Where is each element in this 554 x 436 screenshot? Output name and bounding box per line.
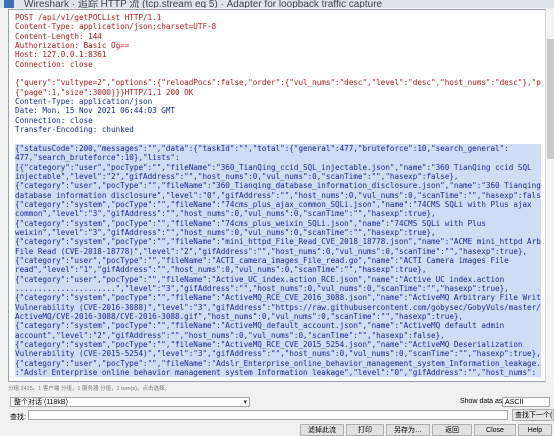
response-body-line: Vulnerability (CVE-2015-5254)","level":"…	[15, 349, 541, 359]
save-as-button[interactable]: 另存为…	[386, 424, 430, 436]
response-body-line: {"statusCode":200,"messages":"","data":{…	[15, 143, 509, 153]
response-header: Transfer-Encoding: chunked	[15, 125, 134, 135]
response-body-line: {"category":"system","pocType":"","fileN…	[15, 340, 523, 350]
print-button[interactable]: 打印	[346, 424, 384, 436]
response-body-line: injectable","level":"2","gifAddress":"",…	[15, 171, 459, 181]
response-body-line: {"category":"user","pocType":"","fileNam…	[15, 358, 541, 368]
conversation-select[interactable]: 整个对话 (118kB) ▾	[10, 397, 250, 407]
stream-text[interactable]: POST /api/v1/getPOCList HTTP/1.1 Content…	[9, 10, 545, 378]
response-body-line: {"category":"system","pocType":"","fileN…	[15, 321, 505, 331]
find-next-button[interactable]: 查找下一个(N)	[512, 409, 554, 421]
wireshark-icon	[4, 0, 14, 8]
request-body-line: {"query":"vultype=2","options":{"reloadP…	[15, 78, 541, 88]
response-body: {"statusCode":200,"messages":"","data":{…	[15, 143, 541, 378]
request-body: {"query":"vultype=2","options":{"reloadP…	[15, 78, 541, 97]
show-data-as-select[interactable]: ASCII	[502, 397, 550, 407]
chevron-down-icon: ▾	[243, 399, 247, 406]
request-header: Connection: close	[15, 59, 93, 69]
response-header: Date: Mon, 15 Nov 2021 06:44:03 GMT	[15, 106, 176, 116]
response-body-line: database information disclosure","level"…	[15, 190, 541, 200]
response-body-line: {"category":"system","pocType":"","fileN…	[15, 199, 532, 209]
show-data-as-label: Show data as	[460, 398, 503, 405]
response-body-line: [{"category":"user","pocType":"","fileNa…	[15, 162, 532, 172]
filter-out-stream-button[interactable]: 滤掉此流	[300, 424, 344, 436]
response-body-line: account","level":"2","gifAddress":"","ho…	[15, 330, 445, 340]
response-body-line: {"category":"system","pocType":"","fileN…	[15, 293, 541, 303]
response-body-line: weixin","level":"3","gifAddress":"","hos…	[15, 227, 436, 237]
request-line: POST /api/v1/getPOCList HTTP/1.1	[15, 13, 162, 22]
response-body-line: common","level":"3","gifAddress":"","hos…	[15, 209, 436, 219]
request-header: Content-Type: application/json;charset=U…	[15, 22, 217, 32]
back-button[interactable]: 返回	[432, 424, 472, 436]
response-body-line: ......................","level":"3","gif…	[15, 283, 509, 293]
find-input[interactable]	[28, 410, 508, 420]
response-body-line: {"category":"user","pocType":"","fileNam…	[15, 255, 509, 265]
response-body-line: File Read (CVE-2018-18778)","level":"2",…	[15, 246, 528, 256]
help-button[interactable]: Help	[518, 424, 552, 436]
response-header: Content-Type: application/json	[15, 97, 153, 107]
stream-status-text: 分组 2425。1 客户端 分组，1 服务器 分组，1 turn(s)。点击选择…	[8, 386, 170, 392]
stream-content-pane[interactable]: POST /api/v1/getPOCList HTTP/1.1 Content…	[8, 9, 546, 382]
response-body-line: ActiveMQ/CVE-2016-3088/CVE-2016-3088.gif…	[15, 312, 464, 321]
response-body-line: {"category":"user","pocType":"","fileNam…	[15, 274, 505, 284]
request-headers: POST /api/v1/getPOCList HTTP/1.1 Content…	[15, 13, 541, 69]
window-title: Wireshark · 追踪 HTTP 流 (tcp.stream eq 5) …	[24, 0, 383, 8]
request-header: Content-Length: 144	[15, 31, 102, 41]
window-titlebar: Wireshark · 追踪 HTTP 流 (tcp.stream eq 5) …	[0, 0, 554, 8]
response-body-line: read","level":"1","gifAddress":"","host_…	[15, 265, 427, 275]
scrollbar-thumb[interactable]	[547, 39, 554, 159]
request-header: Authorization: Basic Og==	[15, 41, 130, 51]
request-header: Host: 127.0.0.1:8361	[15, 50, 107, 60]
close-button[interactable]: Close	[474, 424, 516, 436]
vertical-scrollbar[interactable]	[545, 9, 554, 382]
response-body-line: {"category":"user","pocType":"","fileNam…	[15, 181, 541, 191]
find-label: 查找:	[10, 414, 26, 421]
response-body-line: {"category":"system","pocType":"","fileN…	[15, 218, 486, 228]
request-body-line: {"page":1,"size":3000}}}HTTP/1.1 200 OK	[15, 87, 194, 97]
response-body-line: :"Adslr Enterprise online behavior manag…	[15, 368, 537, 378]
response-header: Connection: close	[15, 115, 93, 125]
response-body-line: Vulnerability (CVE-2016-3088)","level":"…	[15, 302, 541, 312]
response-headers: Content-Type: application/json Date: Mon…	[15, 97, 541, 134]
response-body-line: 477,"search_bruteforce":10},"lists":	[15, 153, 180, 163]
response-body-line: {"category":"system","pocType":"","fileN…	[15, 237, 541, 247]
conversation-select-value: 整个对话 (118kB)	[14, 399, 68, 406]
